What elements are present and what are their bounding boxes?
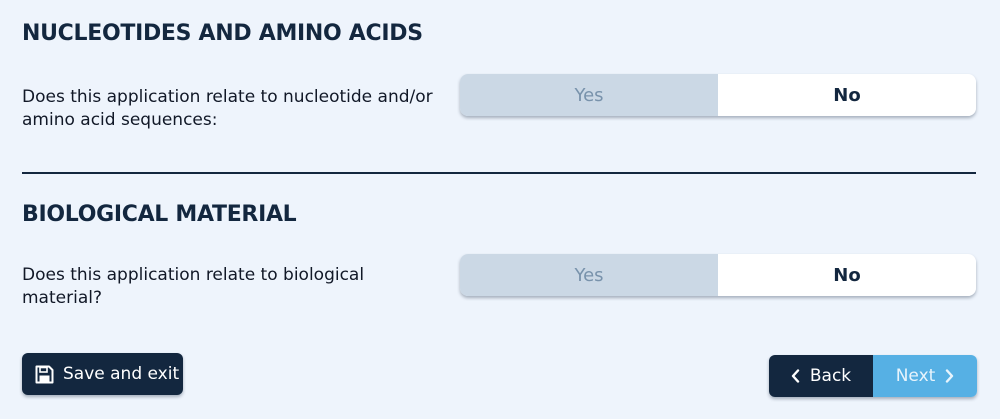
navigation-buttons: Back Next (769, 355, 977, 397)
save-and-exit-button[interactable]: Save and exit (22, 353, 183, 395)
section-heading-biological: BIOLOGICAL MATERIAL (22, 202, 297, 227)
chevron-right-icon (945, 369, 954, 383)
next-button[interactable]: Next (873, 355, 977, 397)
back-button[interactable]: Back (769, 355, 873, 397)
chevron-left-icon (791, 369, 800, 383)
next-label: Next (895, 366, 936, 386)
save-and-exit-label: Save and exit (63, 364, 180, 384)
question-biological: Does this application relate to biologic… (22, 265, 365, 308)
toggle-nucleotides: Yes No (460, 74, 976, 116)
no-option-nucleotides[interactable]: No (718, 74, 976, 116)
yes-option-nucleotides[interactable]: Yes (460, 74, 718, 116)
no-option-biological[interactable]: No (718, 254, 976, 296)
yes-option-biological[interactable]: Yes (460, 254, 718, 296)
section-heading-nucleotides: NUCLEOTIDES AND AMINO ACIDS (22, 21, 423, 46)
question-nucleotides: Does this application relate to nucleoti… (22, 87, 433, 130)
back-label: Back (809, 366, 852, 386)
floppy-disk-icon (35, 365, 54, 384)
toggle-biological: Yes No (460, 254, 976, 296)
section-divider (22, 172, 976, 174)
